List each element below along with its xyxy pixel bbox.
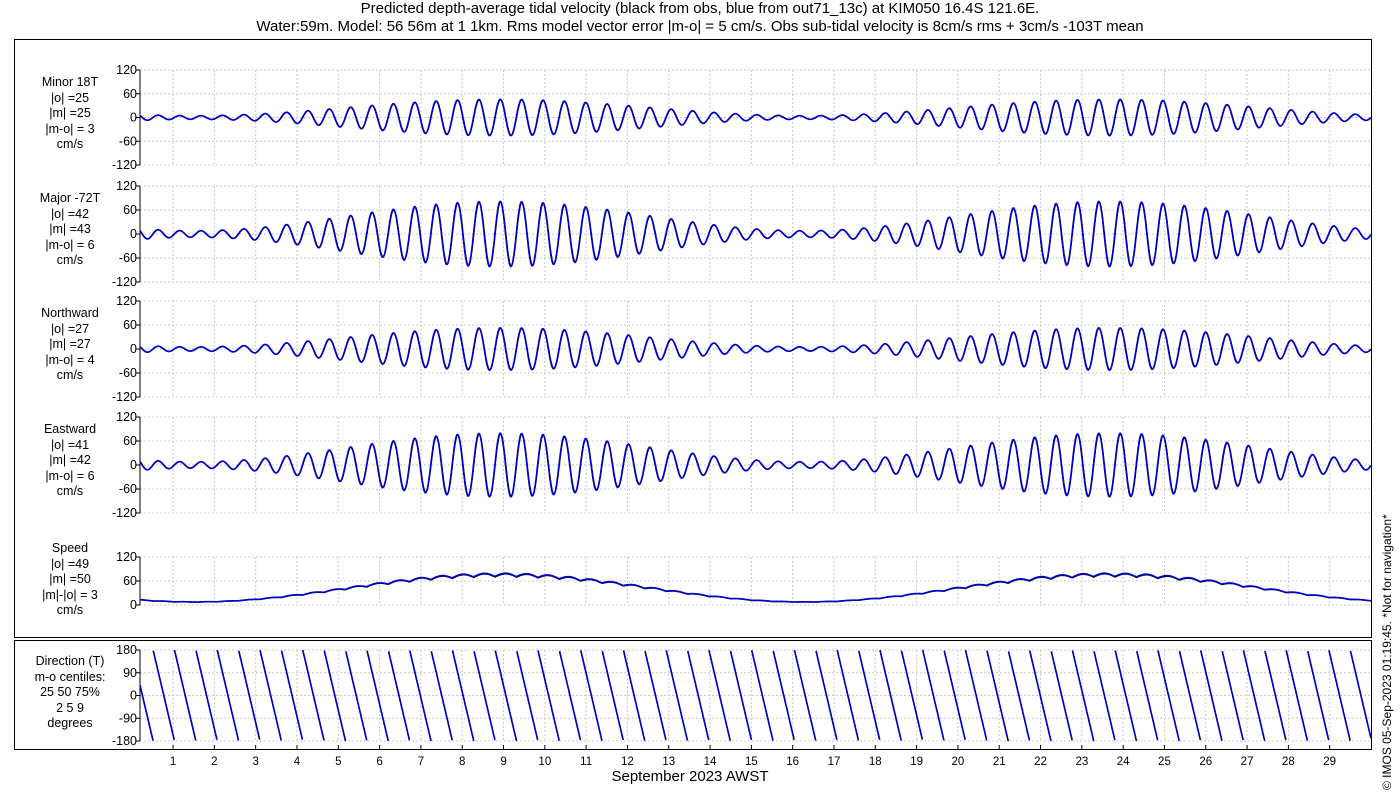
panel-label-line: cm/s — [56, 368, 84, 382]
x-tick-label: 21 — [993, 756, 1006, 768]
panel-label-line: 25 50 75% — [40, 685, 100, 699]
x-tick-label: 18 — [869, 756, 882, 768]
panel-label-line: |m| =50 — [49, 572, 91, 586]
x-tick-label: 15 — [745, 756, 758, 768]
panel-label-line: |o| =42 — [50, 206, 90, 221]
panel-label-line: |o| =49 — [50, 556, 90, 571]
y-tick-label: -120 — [112, 506, 137, 520]
x-tick-label: 9 — [500, 756, 506, 768]
x-tick-label: 19 — [910, 756, 923, 768]
x-tick-label: 25 — [1158, 756, 1171, 768]
x-tick-label: 8 — [459, 756, 465, 768]
x-tick-label: 6 — [376, 756, 382, 768]
panel-label-north: Northward |o| =27 |m| =27 |m-o| = 4 cm/s — [10, 306, 130, 384]
series-model-speed — [140, 572, 1371, 603]
y-tick-label: -120 — [112, 275, 137, 289]
panel-label-line: cm/s — [56, 484, 84, 498]
y-tick-label: 0 — [130, 689, 137, 703]
credit-text: © IMOS 05-Sep-2023 01:19:45. *Not for na… — [1380, 514, 1394, 790]
y-tick-label: -120 — [112, 390, 137, 404]
y-tick-label: -120 — [112, 158, 137, 172]
x-tick-label: 10 — [538, 756, 551, 768]
x-tick-label: 7 — [418, 756, 424, 768]
x-tick-label: 2 — [211, 756, 217, 768]
panel-label-line: |m| =42 — [49, 453, 91, 467]
panel-label-line: cm/s — [56, 603, 84, 617]
panel-label-line: Major -72T — [39, 191, 101, 205]
x-tick-label: 22 — [1034, 756, 1047, 768]
panel-label-line: |m-o| = 4 — [45, 352, 95, 367]
x-tick-label: 24 — [1117, 756, 1130, 768]
x-tick-label: 20 — [952, 756, 965, 768]
x-tick-label: 16 — [786, 756, 799, 768]
panel-label-line: |m| =43 — [49, 222, 91, 236]
y-tick-label: 0 — [130, 458, 137, 472]
panel-label-line: Speed — [51, 541, 89, 555]
x-tick-label: 23 — [1075, 756, 1088, 768]
tidal-velocity-chart: -120-60060120-120-60060120-120-60060120-… — [14, 39, 1372, 768]
panel-label-east: Eastward |o| =41 |m| =42 |m-o| = 6 cm/s — [10, 422, 130, 500]
panel-label-line: |m-o| = 6 — [45, 468, 95, 483]
panel-label-line: Northward — [41, 306, 99, 320]
series-model-east — [139, 432, 1372, 498]
series-model-major — [139, 200, 1372, 268]
x-tick-label: 3 — [252, 756, 258, 768]
x-tick-label: 11 — [580, 756, 592, 768]
y-tick-label: 0 — [130, 227, 137, 241]
panel-label-line: |o| =25 — [50, 90, 90, 105]
panel-label-line: |o| =41 — [50, 437, 90, 452]
series-model-minor — [139, 98, 1372, 137]
panel-label-line: |m| =25 — [49, 106, 91, 120]
panel-label-line: cm/s — [56, 253, 84, 267]
x-tick-label: 14 — [704, 756, 717, 768]
x-tick-label: 17 — [828, 756, 841, 768]
panel-label-speed: Speed |o| =49 |m| =50 |m|-|o| = 3 cm/s — [10, 541, 130, 619]
panel-label-line: |m|-|o| = 3 — [42, 587, 98, 602]
panel-label-line: Minor 18T — [41, 75, 99, 89]
y-tick-label: 0 — [130, 598, 137, 612]
x-axis-label: September 2023 AWST — [611, 768, 769, 785]
x-tick-label: 12 — [621, 756, 634, 768]
panel-label-minor: Minor 18T |o| =25 |m| =25 |m-o| = 3 cm/s — [10, 75, 130, 153]
panel-label-line: |m| =27 — [49, 337, 91, 351]
x-tick-label: 13 — [662, 756, 675, 768]
x-tick-label: 5 — [335, 756, 341, 768]
panel-label-direction: Direction (T) m-o centiles: 25 50 75% 2 5 9… — [10, 654, 130, 732]
x-tick-label: 1 — [170, 756, 176, 768]
panel-label-line: Direction (T) — [35, 654, 105, 668]
panel-label-line: |m-o| = 3 — [45, 121, 95, 136]
y-tick-label: -180 — [112, 734, 137, 748]
series-model-north — [139, 326, 1372, 372]
y-tick-label: 0 — [130, 111, 137, 125]
panel-label-line: m-o centiles: — [34, 669, 106, 684]
panel-label-line: Eastward — [43, 422, 97, 436]
panel-label-line: cm/s — [56, 137, 84, 151]
x-tick-label: 27 — [1241, 756, 1254, 768]
panel-label-line: |m-o| = 6 — [45, 237, 95, 252]
panel-label-line: 2 5 9 — [56, 700, 84, 715]
upper-frame — [14, 39, 1372, 638]
x-tick-label: 28 — [1282, 756, 1295, 768]
y-tick-label: 0 — [130, 342, 137, 356]
x-tick-label: 29 — [1323, 756, 1336, 768]
panel-label-line: |o| =27 — [50, 321, 90, 336]
panel-label-major: Major -72T |o| =42 |m| =43 |m-o| = 6 cm/s — [10, 191, 130, 269]
x-tick-label: 4 — [294, 756, 301, 768]
x-tick-label: 26 — [1199, 756, 1212, 768]
panel-label-line: degrees — [47, 716, 93, 730]
